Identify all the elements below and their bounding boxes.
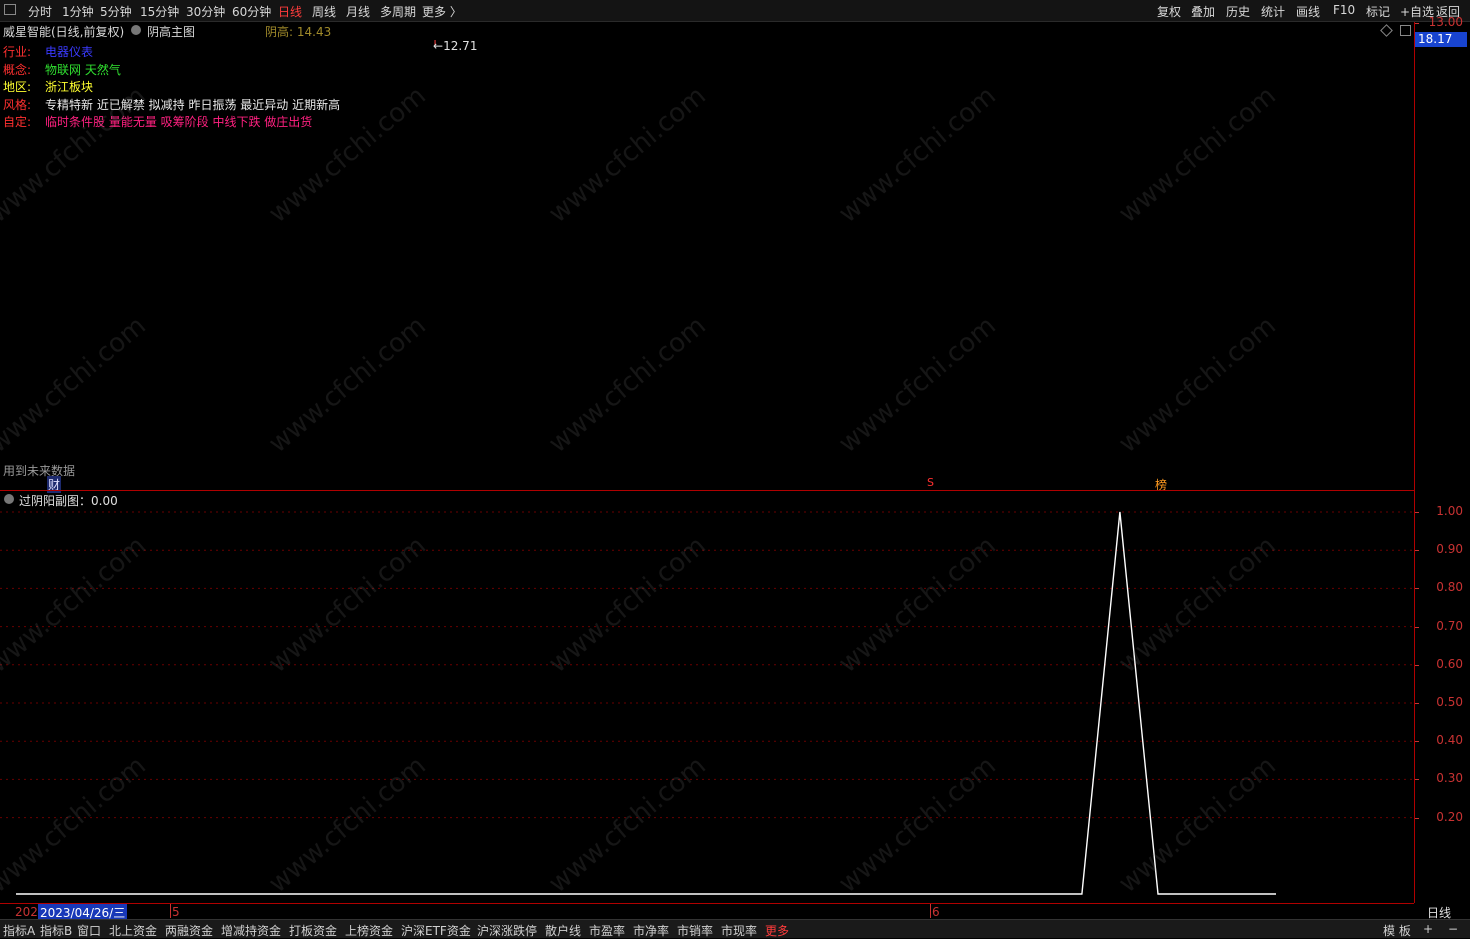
s-marker[interactable]: S	[927, 476, 934, 489]
sub-tick	[1415, 550, 1419, 552]
sub-tick-label: 1.00	[1436, 504, 1463, 518]
tab-etf-funds[interactable]: 沪深ETF资金	[401, 922, 471, 939]
tab-weekly[interactable]: 周线	[312, 3, 336, 20]
tab-holdings-change[interactable]: 增减持资金	[221, 922, 281, 939]
tab-ps[interactable]: 市销率	[677, 922, 713, 939]
stock-title: 威星智能(日线,前复权)	[3, 25, 125, 39]
tab-limit-updown[interactable]: 沪深涨跌停	[477, 922, 537, 939]
tab-more[interactable]: 更多 〉	[422, 3, 462, 20]
price-tick-label: 13.00	[1428, 15, 1463, 30]
sub-indicator-chart[interactable]	[0, 507, 1414, 903]
price-axis: 13.0013.5014.0014.5015.0015.5016.0016.50…	[1414, 15, 1470, 491]
sub-tick	[1415, 817, 1419, 819]
sub-tick-label: 0.70	[1436, 618, 1463, 633]
price-tick	[1415, 23, 1419, 25]
yingao-label: 阴高: 14.43	[265, 25, 332, 39]
sub-tick	[1415, 512, 1419, 513]
tab-60min[interactable]: 60分钟	[232, 3, 271, 20]
zoom-out-button[interactable]: −	[1448, 922, 1458, 936]
future-data-note: 用到未来数据	[3, 464, 76, 478]
sub-tick	[1415, 626, 1419, 628]
overlay-button[interactable]: 叠加	[1191, 3, 1215, 20]
chart-title-row: 威星智能(日线,前复权) 阴高主图 阴高: 14.43	[0, 22, 1411, 40]
tab-retail-line[interactable]: 散户线	[545, 922, 581, 939]
maximize-icon[interactable]	[1400, 25, 1411, 36]
tab-more-indicators[interactable]: 更多	[765, 922, 789, 939]
sub-tick-label: 0.30	[1436, 771, 1463, 786]
tab-15min[interactable]: 15分钟	[140, 3, 179, 20]
period-toolbar: 分时 1分钟 5分钟 15分钟 30分钟 60分钟 日线 周线 月线 多周期 更…	[0, 0, 1470, 22]
date-axis: 202 2023/04/26/三 5 6	[0, 903, 1414, 921]
stats-button[interactable]: 统计	[1261, 3, 1285, 20]
tab-30min[interactable]: 30分钟	[186, 3, 225, 20]
tab-window[interactable]: 窗口	[77, 922, 101, 939]
dropdown-circle-icon[interactable]	[4, 494, 14, 504]
tab-pe[interactable]: 市盈率	[589, 922, 625, 939]
tab-daily[interactable]: 日线	[278, 3, 302, 20]
sub-tick	[1415, 588, 1419, 590]
mark-button[interactable]: 标记	[1366, 3, 1390, 20]
month-tick	[170, 904, 171, 918]
sub-tick-label: 0.40	[1436, 733, 1463, 748]
tab-monthly[interactable]: 月线	[346, 3, 370, 20]
dropdown-circle-icon[interactable]	[131, 25, 141, 35]
template-button[interactable]: 模 板	[1383, 922, 1411, 939]
kline-chart[interactable]: ⌐ 18.22←12.71	[0, 40, 1414, 491]
sub-tick-label: 0.90	[1436, 542, 1463, 557]
tab-multi-period[interactable]: 多周期	[380, 3, 416, 20]
fuquan-button[interactable]: 复权	[1157, 3, 1181, 20]
sub-tick	[1415, 664, 1419, 666]
sub-tick-label: 0.80	[1436, 580, 1463, 595]
sub-tick-label: 0.20	[1436, 809, 1463, 824]
indicator-tabs-bar: 指标A 指标B 窗口 北上资金 两融资金 增减持资金 打板资金 上榜资金 沪深E…	[0, 919, 1470, 938]
draw-button[interactable]: 画线	[1296, 3, 1320, 20]
indicator-name[interactable]: 阴高主图	[147, 23, 195, 40]
tab-limitup-funds[interactable]: 打板资金	[289, 922, 337, 939]
tab-billboard-funds[interactable]: 上榜资金	[345, 922, 393, 939]
zoom-in-button[interactable]: +	[1423, 922, 1433, 936]
month-label-5: 5	[172, 905, 180, 919]
sub-tick	[1415, 703, 1419, 704]
sub-indicator-title-row: 过阴阳副图：0.00	[0, 491, 1410, 508]
low-price-label: ←12.71	[433, 40, 477, 53]
month-tick	[930, 904, 931, 918]
tab-pb[interactable]: 市净率	[633, 922, 669, 939]
tab-fenshi[interactable]: 分时	[28, 3, 52, 20]
tab-northbound[interactable]: 北上资金	[109, 922, 157, 939]
tab-1min[interactable]: 1分钟	[62, 3, 94, 20]
tab-pcf[interactable]: 市现率	[721, 922, 757, 939]
kline-icon[interactable]	[4, 4, 16, 15]
tab-5min[interactable]: 5分钟	[100, 3, 132, 20]
sub-tick	[1415, 779, 1419, 781]
sub-axis: 0.20 0.30 0.40 0.50 0.60 0.70 0.80 0.90 1.00	[1414, 491, 1470, 903]
current-price: 18.17	[1418, 32, 1453, 46]
current-price-box: 18.17	[1415, 32, 1467, 47]
tab-indicator-b[interactable]: 指标B	[40, 922, 72, 939]
history-button[interactable]: 历史	[1226, 3, 1250, 20]
sub-tick-label: 0.60	[1436, 656, 1463, 671]
tab-indicator-a[interactable]: 指标A	[3, 922, 35, 939]
tab-margin[interactable]: 两融资金	[165, 922, 213, 939]
sub-tick-label: 0.50	[1436, 695, 1463, 709]
f10-button[interactable]: F10	[1333, 3, 1355, 17]
month-label-6: 6	[932, 905, 940, 919]
year-prefix: 202	[15, 905, 38, 919]
diamond-icon[interactable]	[1380, 24, 1393, 37]
sub-tick	[1415, 741, 1419, 743]
